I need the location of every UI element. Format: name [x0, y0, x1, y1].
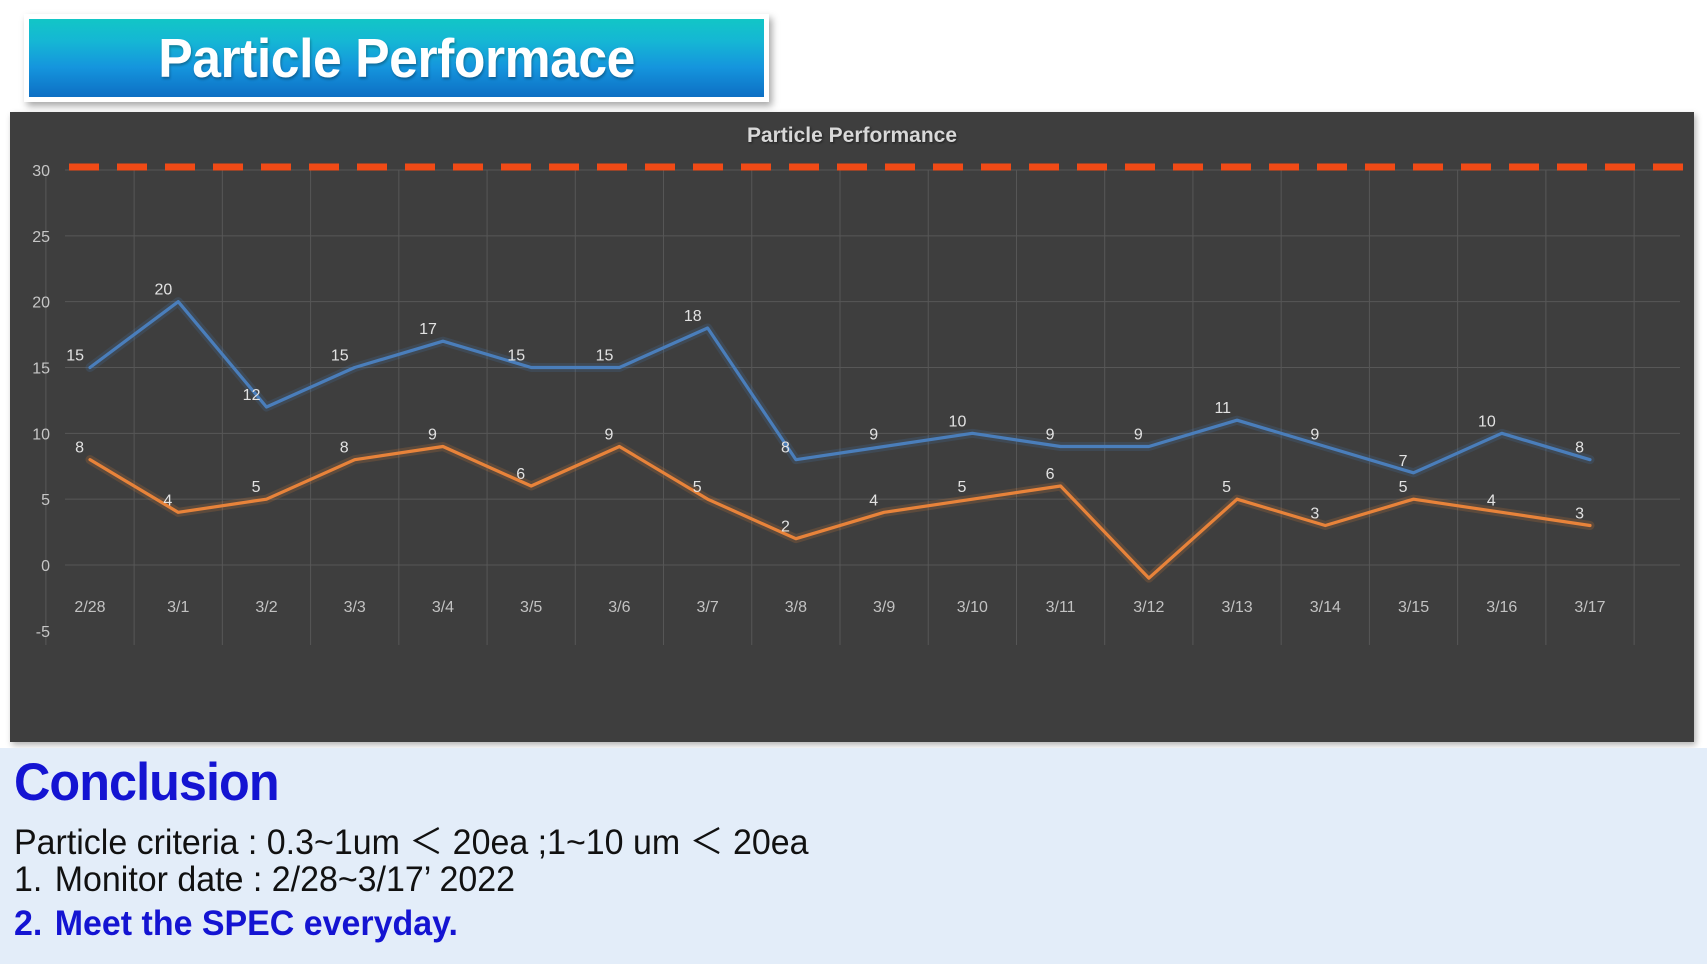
svg-text:3/16: 3/16 [1486, 599, 1517, 616]
svg-text:17: 17 [419, 321, 437, 338]
svg-text:4: 4 [163, 492, 172, 509]
svg-text:15: 15 [32, 361, 50, 378]
svg-text:9: 9 [1310, 427, 1319, 444]
svg-text:0: 0 [41, 558, 50, 575]
svg-text:3/10: 3/10 [957, 599, 988, 616]
svg-text:18: 18 [684, 308, 702, 325]
svg-text:15: 15 [596, 348, 614, 365]
conclusion-item-1-text: Monitor date : 2/28~3/17’ 2022 [54, 860, 515, 899]
svg-text:3/5: 3/5 [520, 599, 542, 616]
svg-text:10: 10 [1478, 413, 1496, 430]
svg-text:5: 5 [41, 492, 50, 509]
conclusion-list-item-2: 2. Meet the SPEC everyday. [14, 904, 458, 944]
svg-text:4: 4 [1487, 492, 1496, 509]
conclusion-panel: Conclusion Particle criteria : 0.3~1um ＜… [0, 748, 1707, 964]
svg-text:3/1: 3/1 [167, 599, 189, 616]
svg-text:3/7: 3/7 [697, 599, 719, 616]
svg-text:8: 8 [781, 440, 790, 457]
svg-text:9: 9 [869, 427, 878, 444]
svg-text:3/14: 3/14 [1310, 599, 1341, 616]
svg-text:12: 12 [243, 387, 261, 404]
svg-text:6: 6 [1046, 466, 1055, 483]
slide-title-text: Particle Performace [158, 27, 635, 89]
conclusion-item-2-text: Meet the SPEC everyday. [54, 904, 458, 943]
svg-text:3: 3 [1575, 506, 1584, 523]
svg-text:9: 9 [1046, 427, 1055, 444]
svg-text:20: 20 [154, 282, 172, 299]
svg-text:-5: -5 [36, 624, 50, 641]
conclusion-item-2-number: 2. [14, 904, 43, 943]
svg-text:9: 9 [428, 427, 437, 444]
svg-text:6: 6 [516, 466, 525, 483]
particle-performance-line-chart: -50510152025302/28 3/1 3/2 3/3 3/4 3/5 3/6 3/7 3… [32, 163, 1688, 645]
svg-text:30: 30 [32, 163, 50, 180]
slide-title-banner: Particle Performace [24, 14, 769, 102]
svg-text:3/2: 3/2 [255, 599, 277, 616]
svg-text:15: 15 [66, 348, 84, 365]
svg-text:15: 15 [507, 348, 525, 365]
chart-panel: Particle Performance -5 0 5 10 15 20 25 30 2/28 3… [10, 112, 1694, 742]
svg-text:5: 5 [1222, 479, 1231, 496]
svg-text:3/15: 3/15 [1398, 599, 1429, 616]
svg-text:11: 11 [1214, 400, 1231, 417]
svg-text:10: 10 [32, 426, 50, 443]
slide-title-banner-fill: Particle Performace [29, 19, 764, 97]
svg-text:7: 7 [1399, 453, 1408, 470]
svg-text:4: 4 [869, 492, 878, 509]
conclusion-list-item-1: 1. Monitor date : 2/28~3/17’ 2022 [14, 860, 515, 900]
svg-text:2: 2 [781, 519, 790, 536]
svg-text:9: 9 [1134, 427, 1143, 444]
svg-text:3/4: 3/4 [432, 599, 454, 616]
svg-text:2/28: 2/28 [74, 599, 105, 616]
svg-text:9: 9 [605, 427, 614, 444]
svg-text:8: 8 [340, 440, 349, 457]
svg-text:3/13: 3/13 [1221, 599, 1252, 616]
svg-text:10: 10 [949, 413, 967, 430]
svg-text:3/11: 3/11 [1046, 599, 1076, 616]
svg-text:5: 5 [957, 479, 966, 496]
svg-text:3/9: 3/9 [873, 599, 895, 616]
svg-text:5: 5 [252, 479, 261, 496]
svg-text:3/8: 3/8 [785, 599, 807, 616]
svg-text:25: 25 [32, 229, 50, 246]
svg-text:3/6: 3/6 [608, 599, 630, 616]
svg-text:8: 8 [75, 440, 84, 457]
conclusion-item-1-number: 1. [14, 860, 43, 899]
conclusion-criteria-text: Particle criteria : 0.3~1um ＜ 20ea ;1~10… [14, 823, 809, 862]
svg-text:3/17: 3/17 [1574, 599, 1605, 616]
svg-text:5: 5 [1399, 479, 1408, 496]
svg-text:20: 20 [32, 295, 50, 312]
svg-text:8: 8 [1575, 440, 1584, 457]
svg-text:3/3: 3/3 [344, 599, 366, 616]
svg-text:3: 3 [1310, 506, 1319, 523]
svg-text:5: 5 [693, 479, 702, 496]
conclusion-heading: Conclusion [14, 753, 280, 812]
svg-text:3/12: 3/12 [1133, 599, 1164, 616]
svg-text:15: 15 [331, 348, 349, 365]
